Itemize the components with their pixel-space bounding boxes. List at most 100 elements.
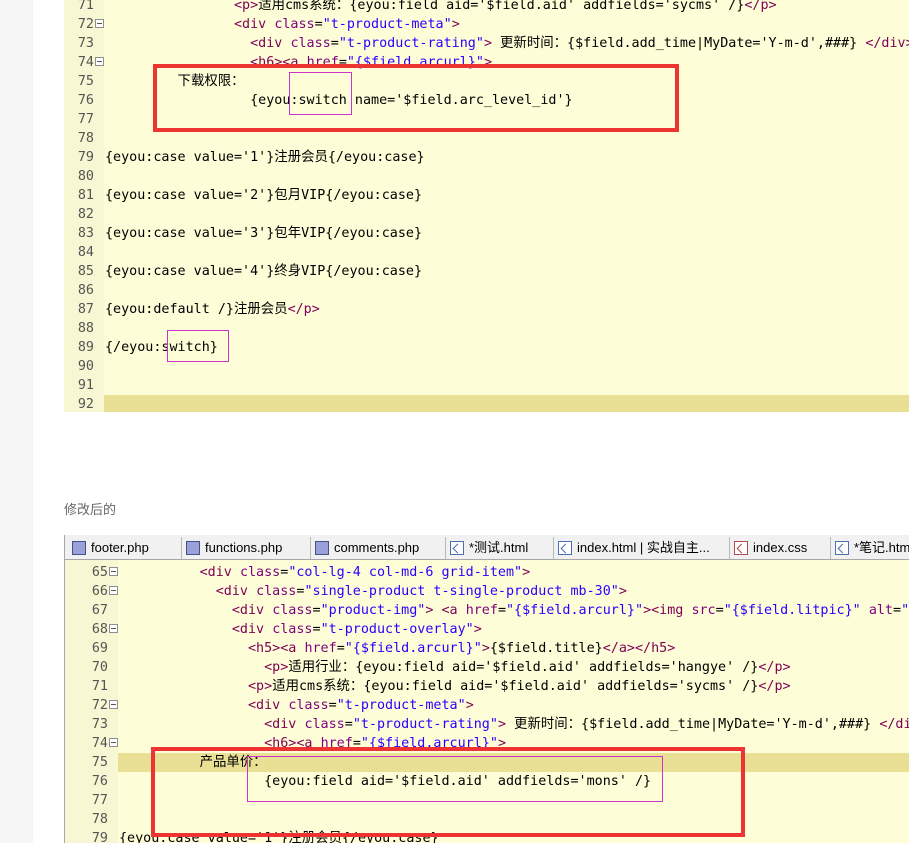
highlight-frame-switch <box>289 72 352 115</box>
code-token: > <a <box>425 603 466 618</box>
code-line: 71 <p>适用cms系统：{eyou:field aid='$field.ai… <box>65 677 909 696</box>
line-number: 79 <box>77 150 94 165</box>
line-number: 70 <box>91 660 108 675</box>
line-number: 72 <box>77 17 94 32</box>
code-token: <div <box>231 603 273 618</box>
fold-toggle-icon[interactable] <box>95 57 104 66</box>
code-token: = <box>314 17 323 32</box>
html-file-icon <box>558 541 572 555</box>
line-number: 77 <box>77 112 94 127</box>
code-token: "t-product-rating" <box>338 36 484 51</box>
code-text[interactable]: {eyou:default /}注册会员</p> <box>105 300 320 319</box>
line-number: 88 <box>77 321 94 336</box>
code-text[interactable]: <div class="t-product-rating"> 更新时间：{$fi… <box>105 34 909 53</box>
code-line: 71 <p>适用cms系统：{eyou:field aid='$field.ai… <box>64 0 909 15</box>
code-text[interactable]: <div class="t-product-overlay"> <box>119 620 482 639</box>
code-text[interactable]: {eyou:case value='4'}终身VIP{/eyou:case} <box>105 262 422 281</box>
code-area: 65 <div class="col-lg-4 col-md-6 grid-it… <box>65 560 909 843</box>
tab-label: functions.php <box>205 540 283 555</box>
code-token: </p> <box>744 0 777 13</box>
code-line: 66 <div class="single-product t-single-p… <box>65 582 909 601</box>
code-text[interactable]: <div class="t-product-rating"> 更新时间：{$fi… <box>119 715 909 734</box>
code-token: = <box>336 641 345 656</box>
line-number: 69 <box>91 641 108 656</box>
code-token: class <box>239 565 281 580</box>
line-number: 73 <box>91 717 108 732</box>
code-text[interactable]: <p>适用cms系统：{eyou:field aid='$field.aid' … <box>105 0 777 15</box>
line-number: 76 <box>91 774 108 789</box>
code-text[interactable]: {eyou:case value='2'}包月VIP{/eyou:case} <box>105 186 422 205</box>
line-number: 65 <box>91 565 108 580</box>
fold-toggle-icon[interactable] <box>109 700 118 709</box>
code-token: {eyou:case value='2'}包月VIP{/eyou:case} <box>105 188 423 203</box>
editor-tab[interactable]: functions.php <box>182 537 311 559</box>
code-token: class <box>290 36 331 51</box>
code-token: > <box>483 36 492 51</box>
code-text[interactable]: {eyou:case value='3'}包年VIP{/eyou:case} <box>105 224 422 243</box>
code-line: 86 <box>64 281 909 300</box>
fold-toggle-icon[interactable] <box>109 738 118 747</box>
fold-toggle-icon[interactable] <box>109 567 118 576</box>
code-text[interactable]: <div class="single-product t-single-prod… <box>119 582 627 601</box>
code-line: 80 <box>64 167 909 186</box>
code-token: = <box>330 36 339 51</box>
code-token: "col-lg-4 col-md-6 grid-item" <box>288 565 523 580</box>
code-text[interactable]: <div class="t-product-meta"> <box>119 696 474 715</box>
code-text[interactable]: <div class="t-product-meta"> <box>105 15 460 34</box>
line-number: 81 <box>77 188 94 203</box>
code-token: 适用cms系统：{eyou:field aid='$field.aid' add… <box>272 679 759 694</box>
line-number: 78 <box>91 812 108 827</box>
code-token: = <box>344 717 353 732</box>
code-token: > <box>473 622 482 637</box>
code-token: {eyou:default /}注册会员 <box>105 302 288 317</box>
code-text[interactable]: <h5><a href="{$field.arcurl}">{$field.ti… <box>119 639 675 658</box>
code-line: 84 <box>64 243 909 262</box>
code-line: 91 <box>64 376 909 395</box>
line-number: 71 <box>77 0 94 13</box>
code-token: {eyou:case value='1'}注册会员{/eyou:case} <box>105 150 425 165</box>
code-text[interactable]: <p>适用cms系统：{eyou:field aid='$field.aid' … <box>119 677 791 696</box>
code-token: > <box>465 698 474 713</box>
fold-toggle-icon[interactable] <box>109 624 118 633</box>
code-editor-before: 71 <p>适用cms系统：{eyou:field aid='$field.ai… <box>64 0 909 412</box>
code-text[interactable]: <p>适用行业：{eyou:field aid='$field.aid' add… <box>119 658 790 677</box>
code-token: = <box>312 603 321 618</box>
code-line: 68 <div class="t-product-overlay"> <box>65 620 909 639</box>
editor-tab[interactable]: *测试.html <box>446 537 554 559</box>
code-text[interactable]: {eyou:case value='1'}注册会员{/eyou:case} <box>105 148 425 167</box>
line-number: 91 <box>77 378 94 393</box>
code-token: "{ <box>901 603 909 618</box>
code-token: class <box>304 717 345 732</box>
code-token: "{$field.litpic}" <box>723 603 861 618</box>
editor-tab[interactable]: index.html | 实战自主... <box>554 537 730 559</box>
line-number: 77 <box>91 793 108 808</box>
code-token: {eyou:case value='3'}包年VIP{/eyou:case} <box>105 226 423 241</box>
line-number: 66 <box>91 584 108 599</box>
editor-tab[interactable]: footer.php <box>68 537 182 559</box>
php-file-icon <box>315 541 329 555</box>
code-line: 67 <div class="product-img"> <a href="{$… <box>65 601 909 620</box>
code-token: = <box>715 603 724 618</box>
code-token: = <box>312 622 321 637</box>
code-token: class <box>274 17 315 32</box>
line-number: 86 <box>77 283 94 298</box>
editor-tab[interactable]: index.css <box>730 537 831 559</box>
code-editor-after: footer.php functions.php comments.php *测试.h… <box>64 535 909 843</box>
line-number: 85 <box>77 264 94 279</box>
code-text[interactable]: <div class="product-img"> <a href="{$fie… <box>119 601 909 620</box>
html-file-icon <box>835 541 849 555</box>
editor-tab[interactable]: *笔记.html <box>831 537 909 559</box>
editor-tab[interactable]: comments.php <box>311 537 446 559</box>
code-token: <p> <box>248 679 273 694</box>
code-token: > <box>618 584 627 599</box>
fold-toggle-icon[interactable] <box>95 19 104 28</box>
fold-toggle-icon[interactable] <box>109 586 118 595</box>
tab-label: index.css <box>753 540 808 555</box>
code-text[interactable]: <div class="col-lg-4 col-md-6 grid-item"… <box>119 563 531 582</box>
css-file-icon <box>734 541 748 555</box>
code-token: </di <box>879 717 909 732</box>
